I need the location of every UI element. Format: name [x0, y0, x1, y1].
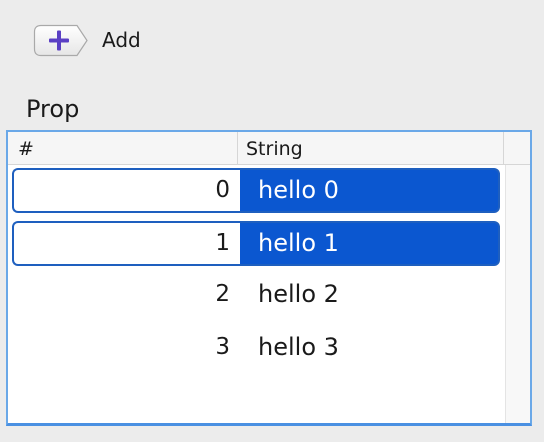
index-value: 2	[215, 281, 230, 307]
prop-section-label: Prop	[26, 95, 80, 123]
string-cell[interactable]: hello 2	[240, 274, 500, 319]
table-row[interactable]: 0 hello 0	[8, 165, 504, 218]
column-header-string[interactable]: String	[237, 132, 503, 164]
table-row[interactable]: 3 hello 3	[8, 324, 504, 377]
window: Add Prop # String 0 hello 0 1 hello 1 2 …	[0, 0, 544, 442]
string-value: hello 3	[258, 333, 339, 361]
string-value: hello 0	[258, 176, 339, 204]
header-corner	[503, 132, 530, 164]
column-header-index[interactable]: #	[8, 132, 237, 164]
index-value: 1	[215, 230, 230, 256]
string-value: hello 1	[258, 229, 339, 257]
index-cell[interactable]: 0	[12, 168, 240, 213]
index-cell[interactable]: 1	[12, 221, 240, 266]
string-cell[interactable]: hello 0	[240, 168, 500, 213]
index-value: 3	[215, 334, 230, 360]
table-body: 0 hello 0 1 hello 1 2 hello 2 3 hello 3	[8, 165, 504, 377]
plus-icon	[33, 24, 88, 57]
index-cell[interactable]: 3	[12, 327, 240, 372]
index-value: 0	[215, 177, 230, 203]
table-header: # String	[8, 132, 530, 165]
add-label: Add	[102, 28, 141, 52]
string-cell[interactable]: hello 3	[240, 327, 500, 372]
add-button[interactable]	[33, 24, 89, 57]
vertical-scrollbar[interactable]	[505, 165, 530, 423]
string-value: hello 2	[258, 280, 339, 308]
table-row[interactable]: 2 hello 2	[8, 271, 504, 324]
table-row[interactable]: 1 hello 1	[8, 218, 504, 271]
index-cell[interactable]: 2	[12, 274, 240, 319]
prop-table[interactable]: # String 0 hello 0 1 hello 1 2 hello 2 3…	[6, 130, 532, 426]
string-cell[interactable]: hello 1	[240, 221, 500, 266]
